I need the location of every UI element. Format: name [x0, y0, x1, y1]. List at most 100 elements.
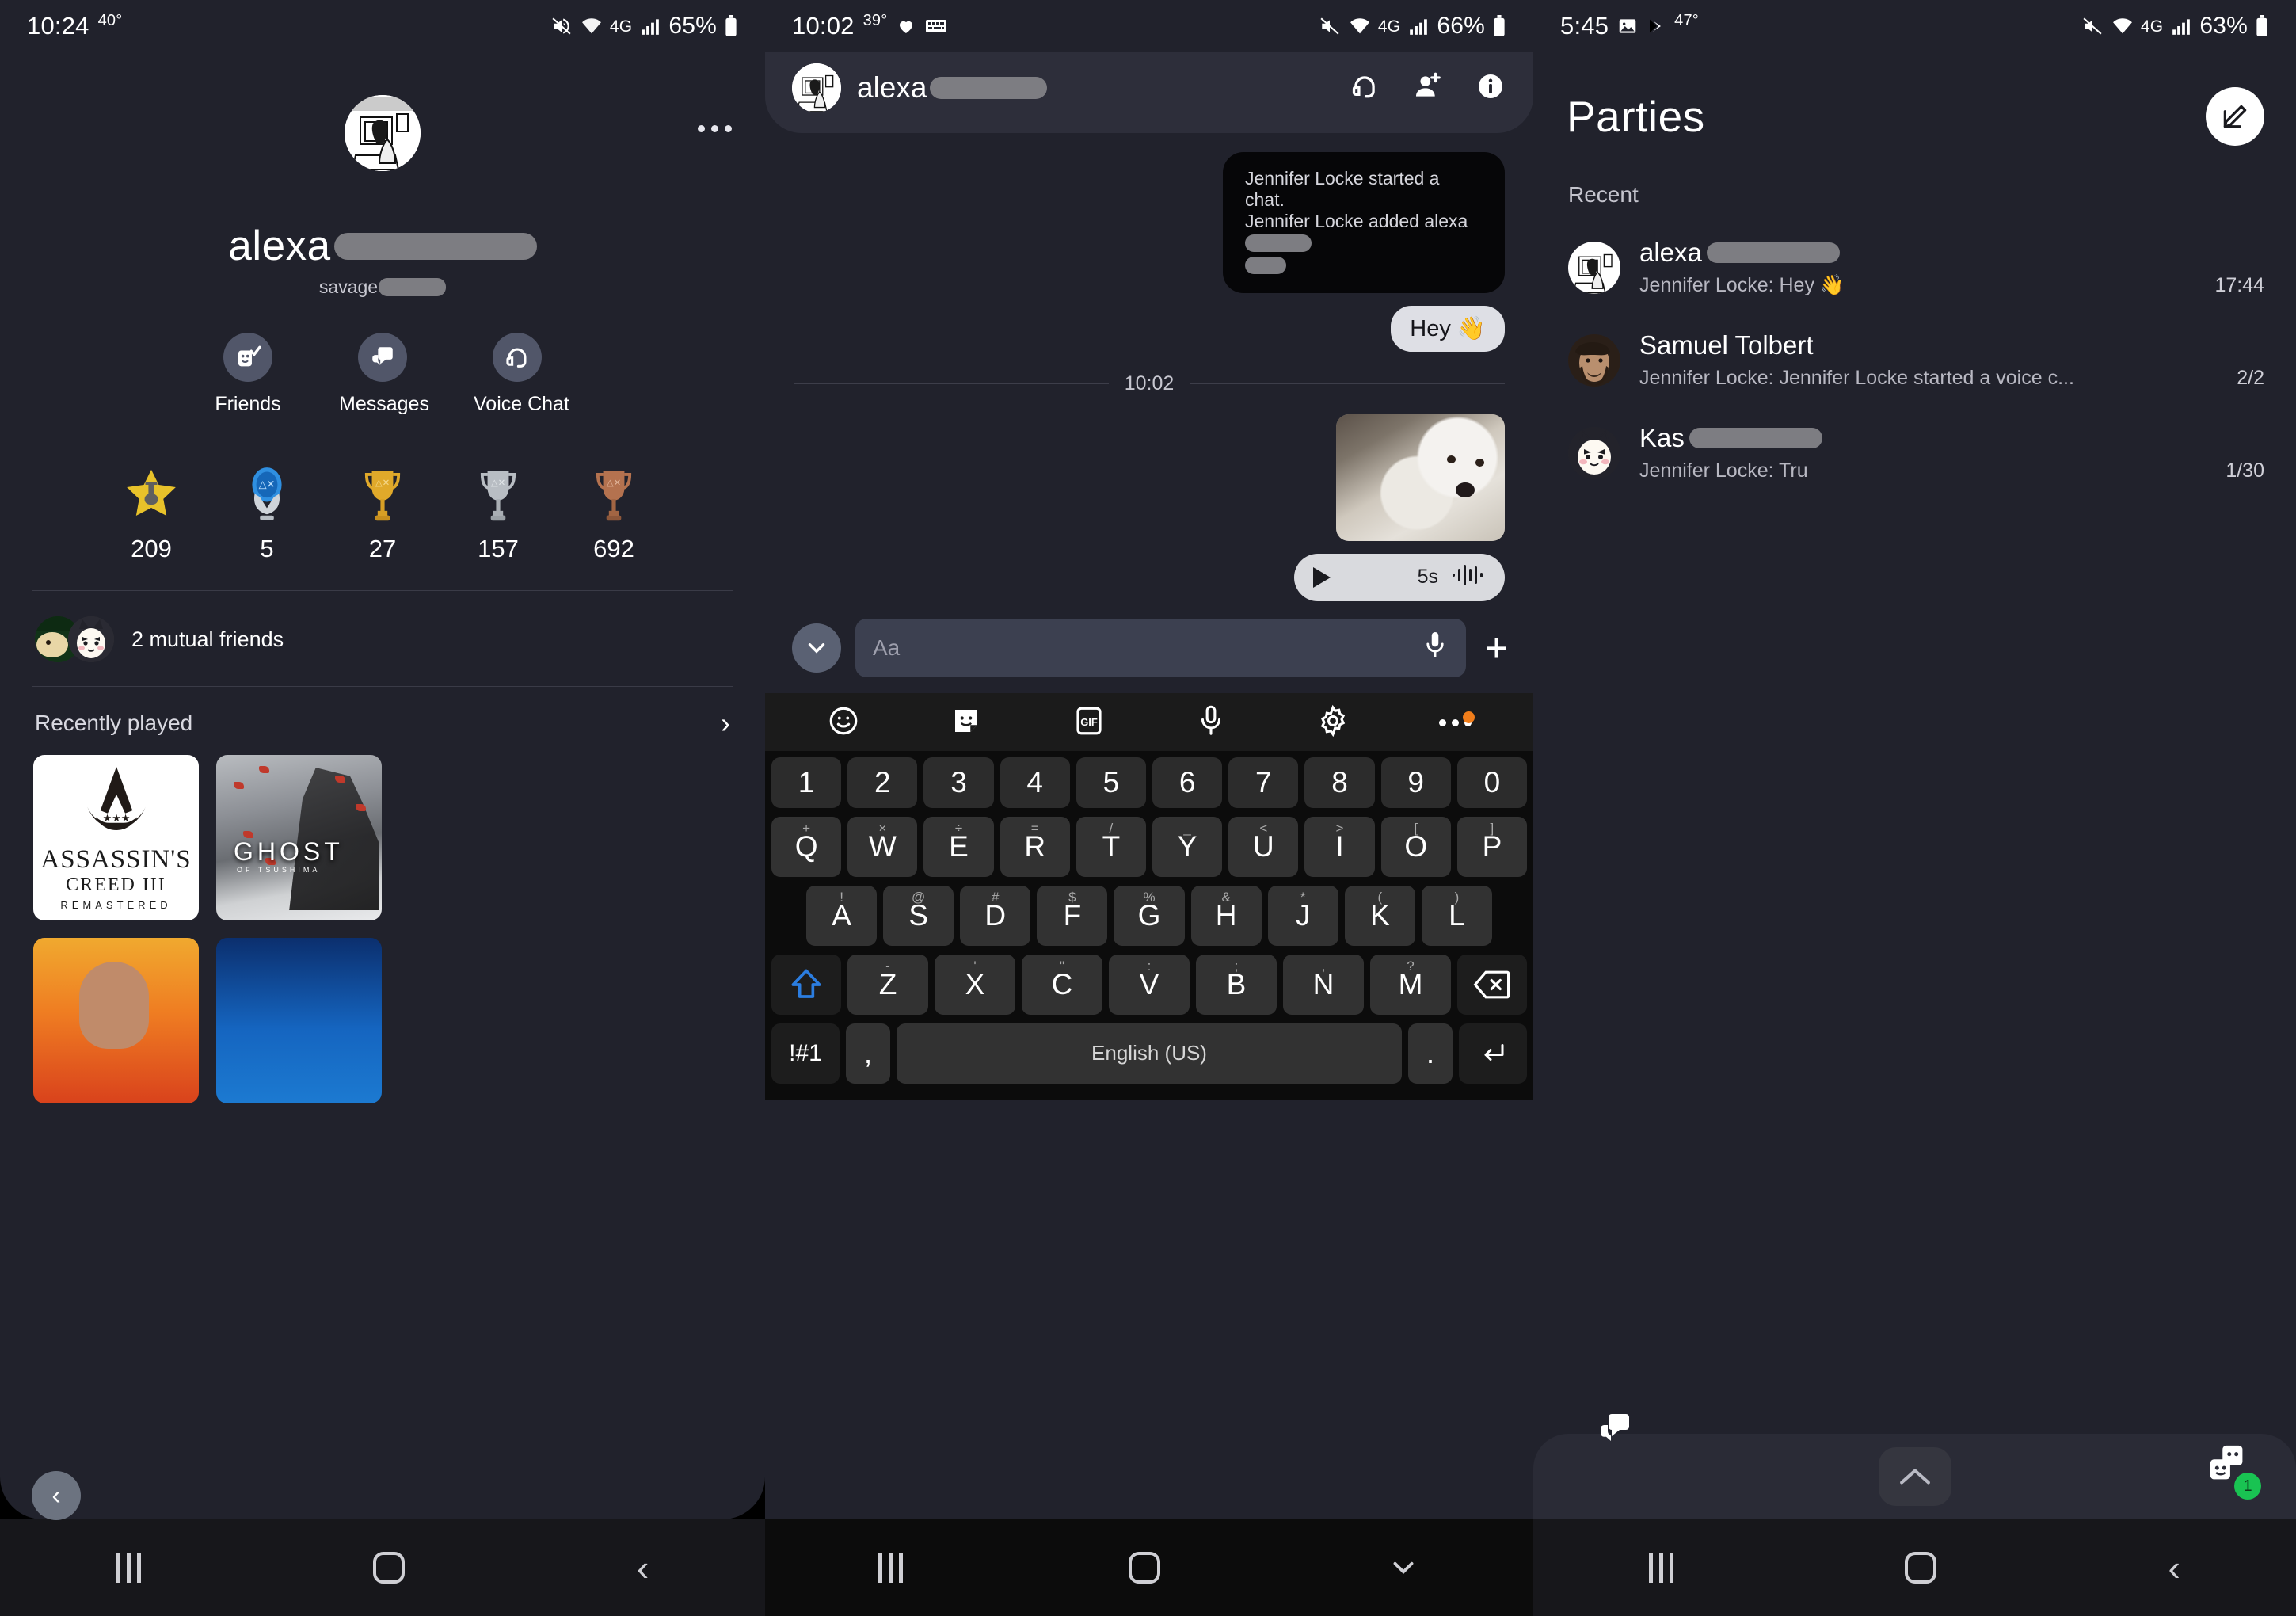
mutual-friends-row[interactable]: 2 mutual friends [0, 591, 765, 686]
key[interactable]: 5 [1076, 757, 1146, 808]
key[interactable]: ) L [1421, 885, 1492, 946]
add-person-icon[interactable] [1413, 71, 1443, 105]
recents-icon[interactable] [878, 1553, 903, 1583]
enter-icon[interactable] [1459, 1023, 1527, 1084]
chevron-down-icon[interactable] [792, 623, 841, 673]
game-tile[interactable]: GHOST OF TSUSHIMA [216, 755, 382, 920]
plus-icon[interactable]: + [1480, 628, 1513, 668]
backspace-icon[interactable] [1457, 954, 1527, 1015]
key[interactable]: ] P [1456, 816, 1528, 877]
game-title: ASSASSIN'S [40, 845, 192, 874]
recents-icon[interactable] [116, 1553, 141, 1583]
trophy-level[interactable]: 209 [108, 460, 195, 563]
list-item[interactable]: Kas Jennifer Locke: Tru 1/30 [1568, 407, 2264, 500]
trophy-platinum[interactable]: △✕ 5 [223, 460, 310, 563]
game-tile[interactable] [216, 938, 382, 1103]
sticker-icon[interactable] [950, 704, 983, 741]
back-icon[interactable]: ‹ [637, 1549, 649, 1586]
microphone-icon[interactable] [1422, 631, 1449, 665]
key[interactable]: :V [1109, 954, 1190, 1015]
key[interactable]: * J [1267, 885, 1338, 946]
hide-keyboard-icon[interactable] [1387, 1551, 1420, 1584]
avatar[interactable] [792, 63, 841, 112]
key[interactable]: 1 [771, 757, 842, 808]
voice-chat-button[interactable]: Voice Chat [474, 333, 569, 416]
key[interactable]: (K [1344, 885, 1415, 946]
list-item[interactable]: alexa Jennifer Locke: Hey 👋 17:44 [1568, 222, 2264, 314]
comma-key[interactable]: , [846, 1023, 890, 1084]
key[interactable]: ,N [1283, 954, 1364, 1015]
message-input[interactable]: Aa [855, 618, 1466, 677]
messages-button[interactable]: Messages [339, 333, 429, 416]
chat-title[interactable]: alexa [857, 71, 1048, 105]
voice-message-player[interactable]: 5s [1294, 553, 1505, 601]
key[interactable]: ? M [1370, 954, 1451, 1015]
key[interactable]: > I [1304, 816, 1375, 877]
system-message: Jennifer Locke started a chat. Jennifer … [1223, 152, 1505, 293]
more-icon[interactable] [1438, 711, 1475, 726]
symbols-key[interactable]: !#1 [771, 1023, 840, 1084]
back-icon[interactable]: ‹ [2168, 1549, 2180, 1586]
key[interactable]: ÷ E [923, 816, 994, 877]
key[interactable]: 4 [1000, 757, 1070, 808]
image-attachment[interactable] [1336, 414, 1505, 541]
parties-icon[interactable]: 1 [2206, 1443, 2261, 1500]
chevron-up-icon[interactable] [1878, 1447, 1951, 1506]
play-store-icon [1647, 16, 1666, 36]
period-key[interactable]: . [1408, 1023, 1453, 1084]
emoji-icon[interactable] [827, 704, 860, 741]
key[interactable]: ; B [1196, 954, 1277, 1015]
recently-played-header[interactable]: Recently played › [0, 687, 765, 755]
key[interactable]: × W [847, 816, 918, 877]
key[interactable]: = R [1000, 816, 1070, 877]
key[interactable]: -Z [847, 954, 928, 1015]
headset-icon[interactable] [1350, 71, 1380, 105]
play-icon[interactable] [1313, 566, 1331, 588]
chevron-right-icon[interactable]: › [721, 709, 730, 737]
friends-button[interactable]: Friends [204, 333, 291, 416]
key[interactable]: / T [1076, 816, 1146, 877]
key[interactable]: < U [1228, 816, 1299, 877]
key[interactable]: # D [960, 885, 1031, 946]
key[interactable]: @ S [883, 885, 954, 946]
key[interactable]: % G [1114, 885, 1185, 946]
key[interactable]: & H [1190, 885, 1262, 946]
list-item[interactable]: Samuel Tolbert Jennifer Locke: Jennifer … [1568, 314, 2264, 407]
trophy-silver[interactable]: △✕ 157 [455, 460, 542, 563]
avatar[interactable] [345, 95, 421, 171]
recents-icon[interactable] [1649, 1553, 1674, 1583]
overflow-menu-icon[interactable] [698, 125, 732, 132]
game-tile[interactable]: ★★★ ASSASSIN'S CREED III REMASTERED [33, 755, 199, 920]
info-icon[interactable] [1476, 72, 1505, 105]
key[interactable]: " C [1022, 954, 1102, 1015]
key[interactable]: $ F [1037, 885, 1108, 946]
home-icon[interactable] [372, 1552, 405, 1584]
key[interactable]: 7 [1228, 757, 1299, 808]
key[interactable]: 6 [1152, 757, 1223, 808]
trophy-bronze[interactable]: △✕ 692 [570, 460, 657, 563]
key[interactable]: ' X [935, 954, 1015, 1015]
chevron-left-icon[interactable]: ‹ [32, 1471, 81, 1520]
key[interactable]: + Q [771, 816, 842, 877]
trophy-gold[interactable]: △✕ 27 [339, 460, 426, 563]
key[interactable]: 9 [1380, 757, 1451, 808]
key[interactable]: 2 [847, 757, 918, 808]
key[interactable]: [O [1380, 816, 1451, 877]
key[interactable]: 8 [1304, 757, 1375, 808]
compose-icon[interactable] [2206, 87, 2264, 146]
key[interactable]: 0 [1456, 757, 1528, 808]
voice-input-icon[interactable] [1195, 704, 1227, 741]
outgoing-message-bubble[interactable]: Hey 👋 [1391, 305, 1505, 352]
profile-subname: savage [318, 276, 379, 297]
key[interactable]: 3 [923, 757, 994, 808]
settings-icon[interactable] [1316, 704, 1350, 741]
key[interactable]: _ Y [1152, 816, 1223, 877]
gif-icon[interactable]: GIF [1072, 704, 1106, 741]
game-tile[interactable] [33, 938, 199, 1103]
home-icon[interactable] [1905, 1552, 1937, 1584]
home-icon[interactable] [1129, 1552, 1161, 1584]
space-key[interactable]: English (US) [897, 1023, 1402, 1084]
key[interactable]: ! A [806, 885, 878, 946]
shift-icon[interactable] [771, 954, 841, 1015]
messages-icon[interactable] [1592, 1409, 1635, 1451]
